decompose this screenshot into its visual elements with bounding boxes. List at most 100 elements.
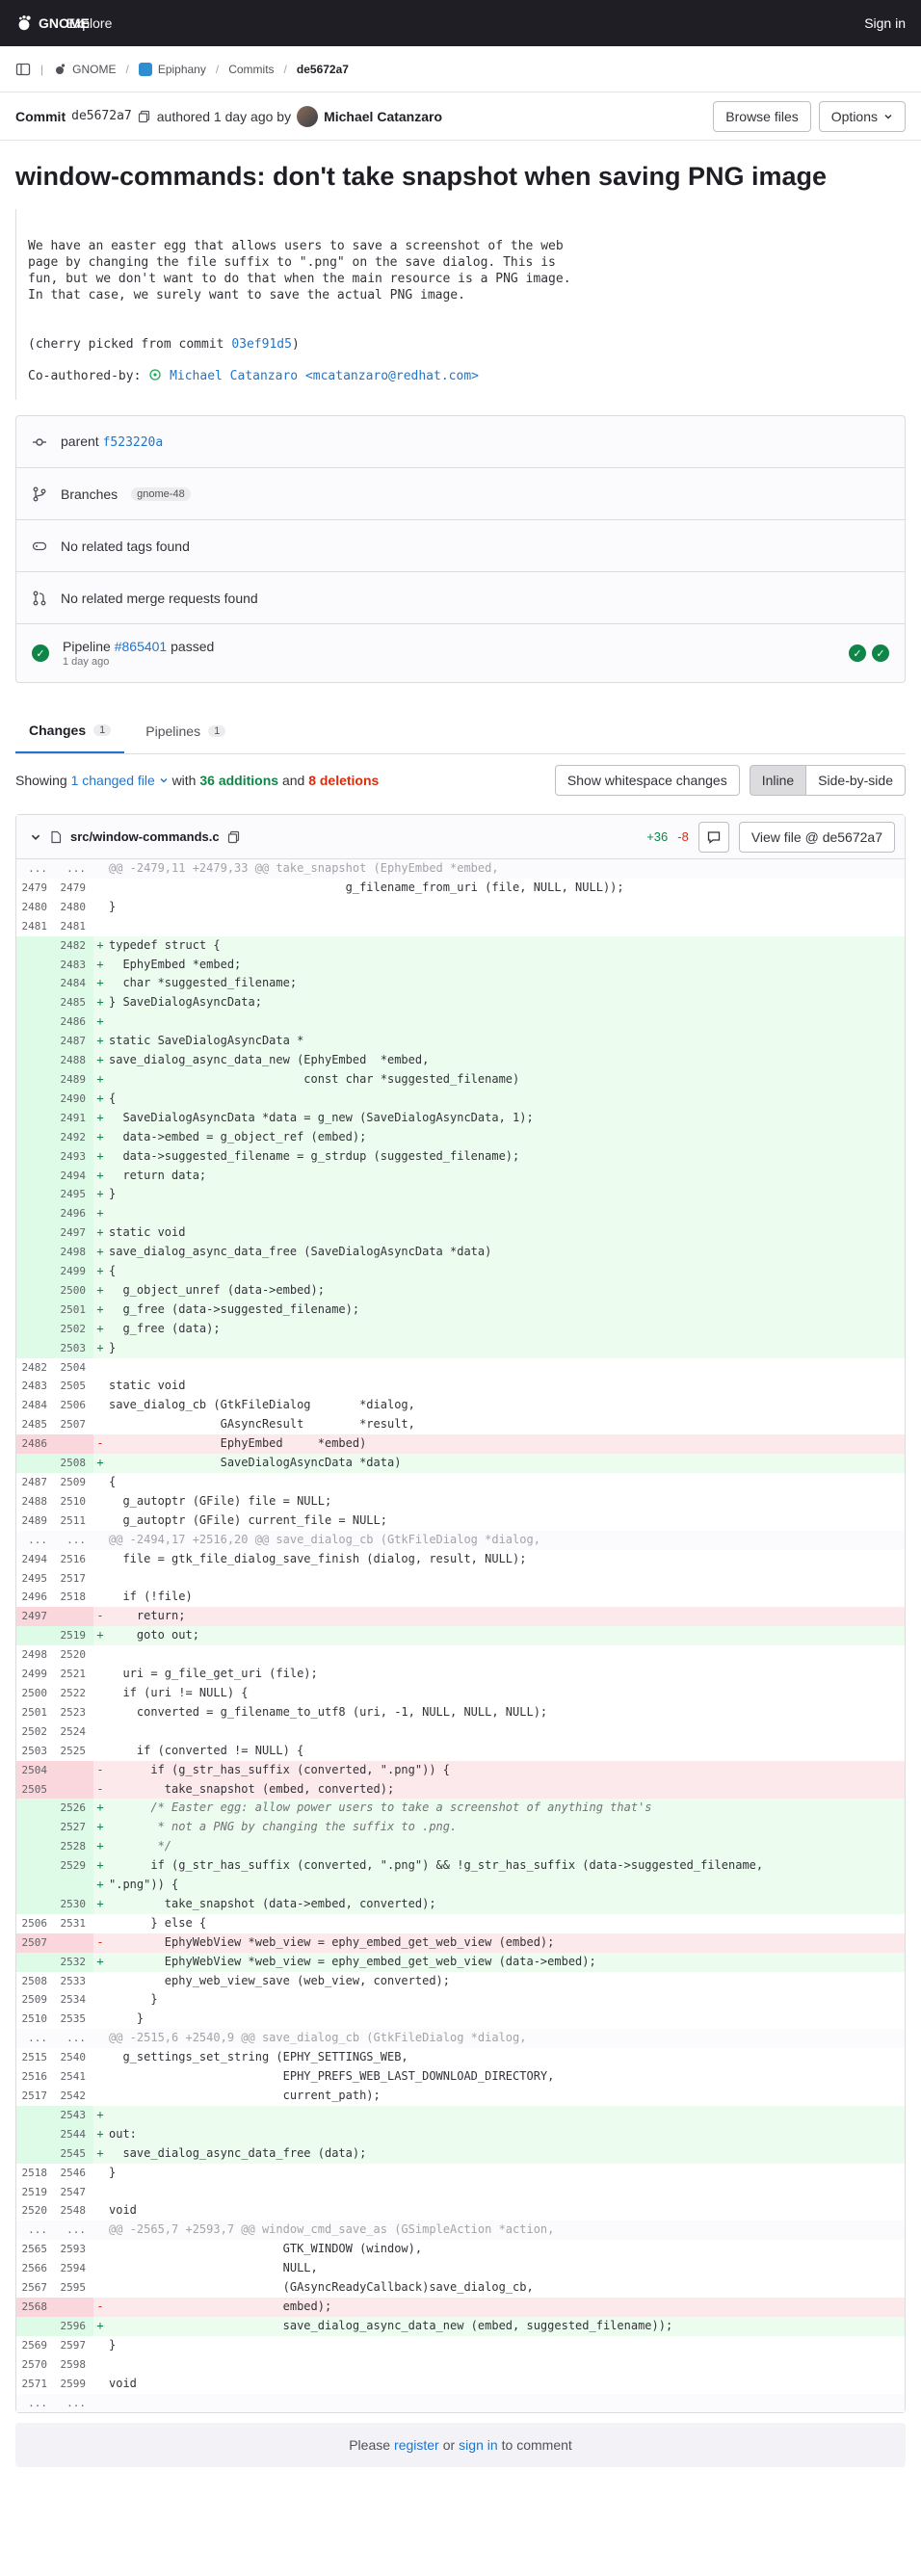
options-dropdown[interactable]: Options [818,100,906,132]
new-line-number[interactable]: 2543 [55,2105,93,2125]
sidebar-toggle-icon[interactable] [15,62,31,77]
old-line-number[interactable]: 2519 [16,2183,55,2202]
pipeline-passed-icon[interactable]: ✓ [32,644,49,662]
old-line-number[interactable]: 2510 [16,2010,55,2029]
old-line-number[interactable]: 2504 [16,1760,55,1780]
new-line-number[interactable]: ... [55,859,93,879]
old-line-number[interactable]: 2499 [16,1665,55,1684]
old-line-number[interactable] [16,1319,55,1339]
old-line-number[interactable]: 2495 [16,1569,55,1589]
new-line-number[interactable]: 2545 [55,2143,93,2164]
old-line-number[interactable] [16,1454,55,1473]
new-line-number[interactable]: 2596 [55,2316,93,2336]
new-line-number[interactable]: 2532 [55,1952,93,1972]
explore-link[interactable]: Explore [66,15,112,31]
pipeline-id-link[interactable]: #865401 [115,639,168,654]
new-line-number[interactable] [55,2297,93,2317]
old-line-number[interactable]: 2480 [16,898,55,917]
new-line-number[interactable]: 2483 [55,955,93,975]
changed-files-dropdown[interactable]: 1 changed file [71,773,155,788]
new-line-number[interactable]: 2487 [55,1032,93,1052]
old-line-number[interactable]: 2496 [16,1588,55,1607]
new-line-number[interactable]: 2500 [55,1280,93,1301]
old-line-number[interactable]: 2571 [16,2375,55,2394]
sign-in-comment-link[interactable]: sign in [459,2437,497,2453]
cherry-sha-link[interactable]: 03ef91d5 [231,337,292,352]
new-line-number[interactable]: 2486 [55,1012,93,1033]
old-line-number[interactable]: 2482 [16,1358,55,1378]
old-line-number[interactable]: 2485 [16,1415,55,1434]
new-line-number[interactable]: 2594 [55,2259,93,2278]
old-line-number[interactable]: 2502 [16,1722,55,1742]
old-line-number[interactable]: 2497 [16,1607,55,1627]
old-line-number[interactable]: 2507 [16,1932,55,1953]
new-line-number[interactable] [55,1779,93,1800]
old-line-number[interactable] [16,2105,55,2125]
new-line-number[interactable]: 2498 [55,1243,93,1263]
new-line-number[interactable] [55,1607,93,1627]
old-line-number[interactable] [16,1069,55,1090]
new-line-number[interactable]: 2480 [55,898,93,917]
copy-icon[interactable] [227,830,241,844]
new-line-number[interactable]: 2494 [55,1166,93,1186]
new-line-number[interactable]: 2485 [55,993,93,1013]
new-line-number[interactable]: 2522 [55,1684,93,1703]
old-line-number[interactable] [16,1818,55,1838]
new-line-number[interactable]: 2516 [55,1550,93,1569]
breadcrumb-item-epiphany[interactable]: Epiphany [138,62,206,76]
new-line-number[interactable]: 2495 [55,1185,93,1205]
old-line-number[interactable]: 2489 [16,1511,55,1531]
old-line-number[interactable] [16,1799,55,1819]
breadcrumb-item-gnome[interactable]: GNOME [53,63,116,76]
old-line-number[interactable]: 2508 [16,1972,55,1991]
new-line-number[interactable]: 2506 [55,1396,93,1415]
old-line-number[interactable]: ... [16,1530,55,1550]
new-line-number[interactable]: 2524 [55,1722,93,1742]
old-line-number[interactable] [16,1894,55,1914]
new-line-number[interactable]: 2482 [55,935,93,956]
sign-in-link[interactable]: Sign in [864,15,906,31]
old-line-number[interactable] [16,1185,55,1205]
old-line-number[interactable]: 2509 [16,1990,55,2010]
new-line-number[interactable]: 2523 [55,1703,93,1722]
breadcrumb-item-commits[interactable]: Commits [228,63,274,76]
old-line-number[interactable]: 2501 [16,1703,55,1722]
inline-view-button[interactable]: Inline [749,765,807,796]
new-line-number[interactable]: 2511 [55,1511,93,1531]
old-line-number[interactable]: 2518 [16,2164,55,2183]
new-line-number[interactable]: 2542 [55,2087,93,2106]
tab-changes[interactable]: Changes 1 [15,708,125,753]
new-line-number[interactable]: 2510 [55,1492,93,1511]
old-line-number[interactable] [16,935,55,956]
old-line-number[interactable] [16,1338,55,1358]
new-line-number[interactable]: 2499 [55,1262,93,1281]
new-line-number[interactable]: 2599 [55,2375,93,2394]
new-line-number[interactable]: ... [55,2393,93,2413]
old-line-number[interactable]: 2486 [16,1434,55,1455]
new-line-number[interactable]: 2595 [55,2278,93,2298]
old-line-number[interactable]: ... [16,2393,55,2413]
old-line-number[interactable]: 2566 [16,2259,55,2278]
new-line-number[interactable]: 2548 [55,2201,93,2221]
new-line-number[interactable]: 2501 [55,1300,93,1320]
new-line-number[interactable]: 2527 [55,1818,93,1838]
register-link[interactable]: register [394,2437,439,2453]
brand[interactable]: GNOME Explore [15,14,112,32]
old-line-number[interactable]: 2570 [16,2355,55,2375]
old-line-number[interactable]: 2494 [16,1550,55,1569]
parent-sha-link[interactable]: f523220a [103,435,164,450]
tab-pipelines[interactable]: Pipelines 1 [132,708,239,753]
old-line-number[interactable]: ... [16,859,55,879]
collapse-chevron-icon[interactable] [30,831,41,843]
author-avatar[interactable] [297,105,319,127]
new-line-number[interactable]: 2503 [55,1338,93,1358]
copy-icon[interactable] [138,110,151,123]
author-name[interactable]: Michael Catanzaro [324,109,442,124]
old-line-number[interactable] [16,1012,55,1033]
new-line-number[interactable]: 2517 [55,1569,93,1589]
new-line-number[interactable]: ... [55,2029,93,2049]
old-line-number[interactable] [16,974,55,994]
stage-passed-icon[interactable]: ✓ [849,644,866,662]
new-line-number[interactable] [55,1932,93,1953]
old-line-number[interactable] [16,2143,55,2164]
